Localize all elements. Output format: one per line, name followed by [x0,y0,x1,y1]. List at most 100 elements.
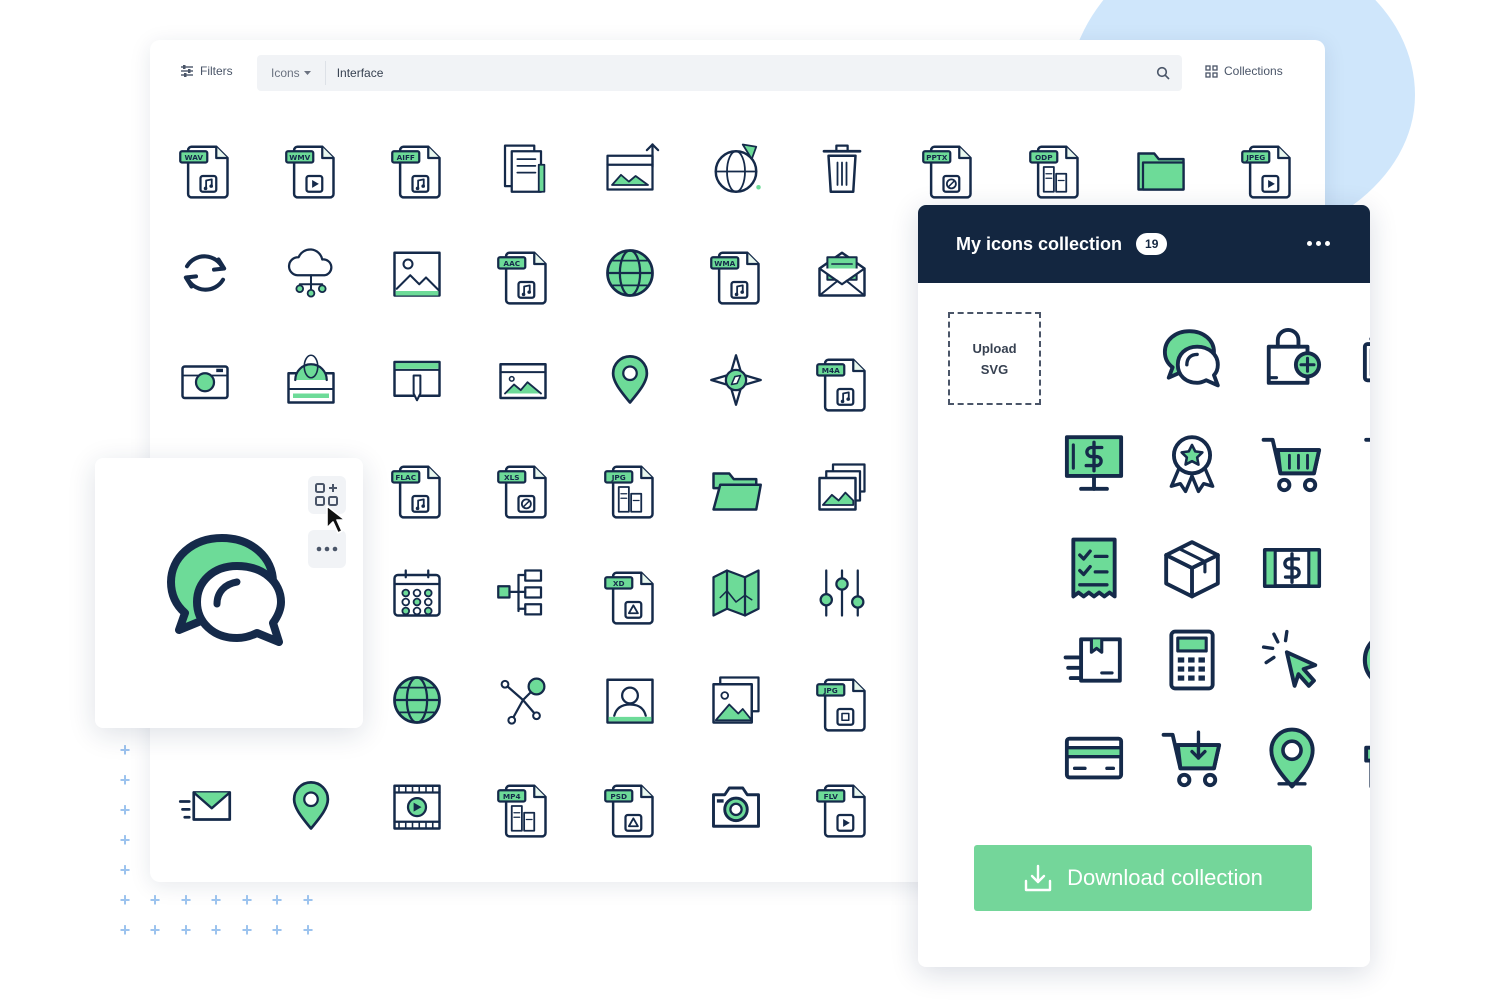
location-pin-icon[interactable] [602,352,658,408]
aiff-file-icon[interactable]: AIFF [389,139,445,199]
collections-button[interactable]: Collections [1205,64,1283,78]
photo-gallery-icon[interactable] [814,459,870,515]
network-nodes-icon[interactable] [495,672,551,728]
collection-panel-header: My icons collection 19 [918,205,1370,283]
camera-icon[interactable] [177,352,233,408]
download-icon [1024,864,1052,892]
sliders-icon[interactable] [814,565,870,621]
xls-file-icon[interactable]: XLS [495,459,551,519]
plus-mark: + [210,890,222,910]
monitor-dollar-icon[interactable] [1062,431,1126,495]
svg-text:FLV: FLV [824,792,839,801]
image-upload-window-icon[interactable] [602,139,660,195]
documents-icon[interactable] [495,139,551,195]
collection-panel: My icons collection 19 Upload SVG Downlo… [918,205,1370,967]
plus-mark: + [271,920,283,940]
collections-label: Collections [1224,64,1283,78]
globe-icon[interactable] [389,672,445,728]
cash-bill-icon[interactable] [1260,536,1324,600]
plus-mark: + [119,770,131,790]
upload-svg-button[interactable]: Upload SVG [948,312,1041,405]
shopping-bag-add-icon[interactable] [1260,325,1324,389]
panel-menu-icon[interactable] [1307,241,1330,246]
pptx-file-icon[interactable]: PPTX [920,139,976,199]
svg-text:FLAC: FLAC [395,473,416,482]
wmv-file-icon[interactable]: WMV [283,139,339,199]
refresh-icon[interactable] [177,245,233,301]
flowchart-icon[interactable] [495,565,551,621]
folded-map-icon[interactable] [708,565,764,621]
plus-mark: + [119,890,131,910]
gift-icon[interactable] [1360,726,1370,790]
trash-icon[interactable] [814,139,870,195]
calendar-icon[interactable] [389,565,445,621]
calculator-icon[interactable] [1160,628,1224,692]
jpg-file-icon[interactable]: JPG [602,459,658,519]
search-toolbar: Filters Icons Interface Collections [150,40,1325,106]
mp4-file-icon[interactable]: MP4 [495,778,551,838]
user-profile-icon[interactable] [602,672,658,728]
image-icon[interactable] [389,245,445,301]
fast-mail-icon[interactable] [177,778,233,834]
photo-camera-icon[interactable] [708,778,764,834]
plus-mark: + [119,740,131,760]
search-icon[interactable] [1156,66,1170,80]
folder-icon[interactable] [1133,139,1189,195]
plus-mark: + [180,890,192,910]
video-film-icon[interactable] [389,778,445,834]
click-cursor-icon[interactable] [1260,628,1324,692]
shopping-cart-icon[interactable] [1260,431,1324,495]
image-window-icon[interactable] [495,352,551,408]
globe-icon[interactable] [602,245,658,301]
checklist-icon[interactable] [1062,536,1126,600]
landscape-image-icon[interactable] [708,672,764,728]
xd-file-icon[interactable]: XD [602,565,658,625]
globe-window-icon[interactable] [283,352,339,408]
open-mail-icon[interactable] [814,245,870,301]
open-folder-icon[interactable] [708,459,764,515]
upload-label-format: SVG [980,361,1009,377]
plus-mark: + [119,800,131,820]
location-pin-icon[interactable] [283,778,339,834]
svg-text:XLS: XLS [504,473,520,482]
m4a-file-icon[interactable]: M4A [814,352,870,412]
filters-label: Filters [200,64,233,78]
chat-bubbles-icon[interactable] [1160,325,1224,389]
plus-mark: + [180,920,192,940]
plus-mark: + [241,920,253,940]
wma-file-icon[interactable]: WMA [708,245,764,305]
search-input[interactable]: Interface [326,66,1156,80]
filters-button[interactable]: Filters [180,64,233,78]
box-package-icon[interactable] [1160,536,1224,600]
coin-stack-icon[interactable] [1360,536,1370,600]
caret-down-icon [303,70,311,75]
plus-mark: + [119,860,131,880]
globe-pointer-icon[interactable] [708,139,764,195]
collection-title: My icons collection [956,233,1123,254]
plus-mark: + [241,890,253,910]
window-pen-icon[interactable] [389,352,445,408]
credit-card-icon[interactable] [1062,726,1126,790]
wav-file-icon[interactable]: WAV [177,139,233,199]
delivery-box-icon[interactable] [1062,628,1126,692]
cart-download-icon[interactable] [1160,726,1224,790]
award-ribbon-icon[interactable] [1160,431,1224,495]
download-collection-button[interactable]: Download collection [974,845,1312,911]
aac-file-icon[interactable]: AAC [495,245,551,305]
flac-file-icon[interactable]: FLAC [389,459,445,519]
plus-mark: + [119,830,131,850]
type-selector[interactable]: Icons [257,61,326,85]
hand-truck-icon[interactable] [1360,431,1370,495]
svg-text:JPG: JPG [611,473,626,482]
psd-file-icon[interactable]: PSD [602,778,658,838]
dollar-coin-icon[interactable] [1360,628,1370,692]
svg-text:WMV: WMV [289,153,310,162]
wallet-icon[interactable] [1360,325,1370,389]
compass-rose-icon[interactable] [708,352,764,408]
jpeg-file-icon[interactable]: JPEG [1239,139,1295,199]
odp-file-icon[interactable]: ODP [1027,139,1083,199]
jpg-file-icon[interactable]: JPG [814,672,870,732]
map-pin-icon[interactable] [1260,726,1324,790]
cloud-network-icon[interactable] [283,245,339,301]
flv-file-icon[interactable]: FLV [814,778,870,838]
